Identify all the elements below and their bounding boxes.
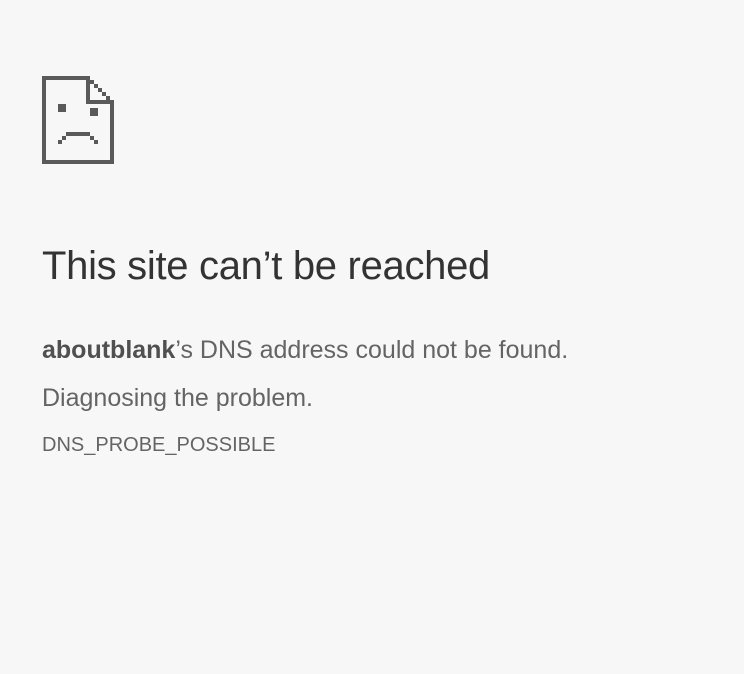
error-code: DNS_PROBE_POSSIBLE xyxy=(42,434,276,456)
error-host: aboutblank xyxy=(42,336,176,364)
right-edge-strip xyxy=(744,0,754,674)
error-heading: This site can’t be reached xyxy=(42,244,491,288)
diagnosing-text: Diagnosing the problem. xyxy=(42,384,313,412)
error-message: ’s DNS address could not be found. xyxy=(175,336,569,364)
error-summary: aboutblank’s DNS address could not be fo… xyxy=(42,336,568,365)
sad-page-icon xyxy=(42,76,114,164)
error-page: This site can’t be reached aboutblank’s … xyxy=(0,0,744,674)
